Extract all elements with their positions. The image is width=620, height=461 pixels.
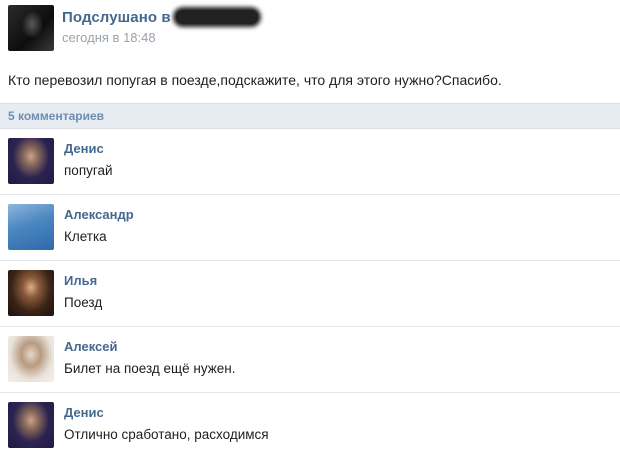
- comment-item: Денис Отлично сработано, расходимся: [0, 394, 620, 459]
- post-text: Кто перевозил попугая в поезде,подскажит…: [8, 72, 502, 88]
- comment-text: Клетка: [64, 229, 107, 244]
- comment-item: Александр Клетка: [0, 196, 620, 261]
- comment-author-link[interactable]: Илья: [64, 273, 97, 288]
- comment-author-link[interactable]: Денис: [64, 141, 104, 156]
- redaction-mark: [175, 10, 258, 24]
- comment-text: Поезд: [64, 295, 103, 310]
- group-title-row: Подслушано в: [62, 6, 258, 28]
- comment-text: попугай: [64, 163, 113, 178]
- post-timestamp[interactable]: сегодня в 18:48: [62, 30, 156, 45]
- comment-author-link[interactable]: Денис: [64, 405, 104, 420]
- avatar[interactable]: [8, 270, 54, 316]
- avatar[interactable]: [8, 336, 54, 382]
- avatar[interactable]: [8, 204, 54, 250]
- group-name-link[interactable]: Подслушано в: [62, 9, 171, 26]
- comment-item: Алексей Билет на поезд ещё нужен.: [0, 328, 620, 393]
- avatar[interactable]: [8, 402, 54, 448]
- comment-item: Денис попугай: [0, 130, 620, 195]
- group-avatar[interactable]: [8, 5, 54, 51]
- comment-author-link[interactable]: Александр: [64, 207, 134, 222]
- comments-count[interactable]: 5 комментариев: [8, 109, 104, 123]
- comment-author-link[interactable]: Алексей: [64, 339, 118, 354]
- comment-text: Билет на поезд ещё нужен.: [64, 361, 236, 376]
- comment-item: Илья Поезд: [0, 262, 620, 327]
- post-header: Подслушано в сегодня в 18:48: [0, 0, 620, 58]
- comment-text: Отлично сработано, расходимся: [64, 427, 269, 442]
- avatar[interactable]: [8, 138, 54, 184]
- comments-header-bar[interactable]: 5 комментариев: [0, 103, 620, 129]
